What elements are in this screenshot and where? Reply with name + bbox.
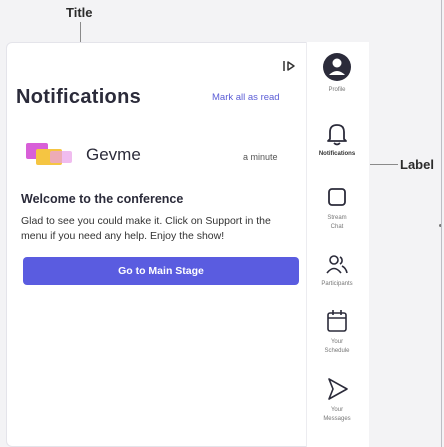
notification-time: a minute — [243, 152, 278, 162]
rail-label-stream-chat: Stream Chat — [327, 215, 347, 230]
rail-item-notifications[interactable]: Notifications — [306, 122, 368, 159]
rail-label-messages: Your Messages — [323, 407, 351, 422]
annotation-label-line — [370, 164, 398, 165]
notification-title: Welcome to the conference — [21, 192, 184, 206]
rail-item-profile[interactable]: Profile — [306, 52, 368, 95]
panel-title: Notifications — [16, 86, 142, 108]
annotation-label-text: Label — [400, 157, 434, 172]
annotation-title-label: Title — [66, 5, 93, 20]
go-to-main-stage-button[interactable]: Go to Main Stage — [23, 257, 299, 285]
rail-item-schedule[interactable]: Your Schedule — [306, 308, 368, 356]
profile-icon — [323, 53, 351, 81]
rail-label-schedule: Your Schedule — [324, 339, 350, 354]
collapse-panel-icon[interactable] — [281, 58, 297, 74]
send-icon — [328, 378, 348, 400]
rail-item-stream-chat[interactable]: Stream Chat — [306, 186, 368, 232]
gevme-logo-icon — [26, 143, 72, 165]
calendar-icon — [327, 310, 347, 332]
mark-all-read-link[interactable]: Mark all as read — [212, 92, 280, 103]
rail-item-participants[interactable]: Participants — [306, 254, 368, 289]
rail-label-notifications: Notifications — [318, 151, 356, 157]
participants-icon — [326, 255, 348, 274]
rail-item-messages[interactable]: Your Messages — [306, 376, 368, 424]
rail-label-participants: Participants — [321, 281, 353, 287]
chat-icon — [328, 188, 346, 206]
rail-label-profile: Profile — [328, 87, 346, 93]
page-border — [441, 0, 442, 447]
bell-icon — [327, 124, 347, 146]
notification-body: Glad to see you could make it. Click on … — [21, 215, 271, 242]
notification-sender: Gevme — [86, 145, 141, 164]
